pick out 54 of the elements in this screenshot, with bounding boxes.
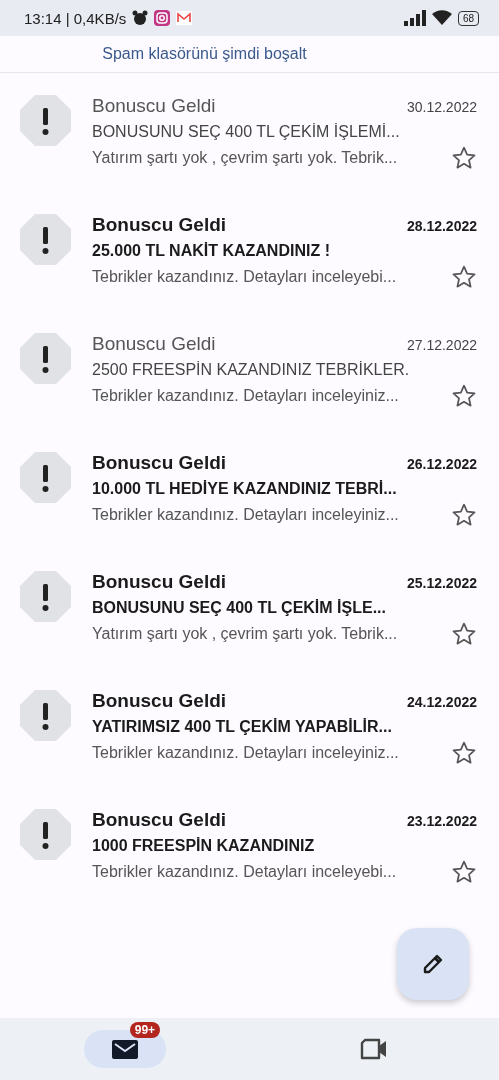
star-icon[interactable] (451, 383, 477, 409)
email-subject: 25.000 TL NAKİT KAZANDINIZ ! (92, 242, 331, 260)
email-date: 26.12.2022 (406, 456, 477, 472)
battery-level: 68 (457, 10, 479, 26)
alert-icon (20, 333, 71, 384)
email-date: 30.12.2022 (406, 99, 477, 115)
signal-icon (403, 10, 426, 26)
email-date: 25.12.2022 (406, 575, 477, 591)
star-icon[interactable] (451, 145, 477, 171)
email-date: 23.12.2022 (406, 813, 477, 829)
email-date: 27.12.2022 (406, 337, 477, 353)
star-icon[interactable] (451, 621, 477, 647)
email-subject: BONUSUNU SEÇ 400 TL ÇEKİM İŞLE... (92, 599, 387, 617)
sender-name: Bonuscu Geldi (92, 571, 227, 593)
alert-icon (20, 452, 71, 503)
sender-name: Bonuscu Geldi (92, 333, 216, 355)
email-snippet: Tebrikler kazandınız. Detayları inceleyiniz... (92, 744, 399, 762)
sender-name: Bonuscu Geldi (92, 690, 227, 712)
email-subject: 10.000 TL HEDİYE KAZANDINIZ TEBRİ... (92, 480, 398, 498)
mail-icon (111, 1038, 138, 1060)
alert-icon (20, 95, 71, 146)
status-time: 13:14 | 0,4KB/s (24, 9, 127, 27)
star-icon[interactable] (451, 740, 477, 766)
mail-app-icon (176, 11, 193, 25)
star-icon[interactable] (451, 859, 477, 885)
wifi-icon (431, 10, 452, 26)
compose-button[interactable] (397, 928, 469, 1000)
unread-count-badge: 99+ (129, 1022, 161, 1038)
alert-icon (20, 690, 71, 741)
alert-icon (20, 214, 71, 265)
sender-name: Bonuscu Geldi (92, 809, 227, 831)
email-date: 28.12.2022 (406, 218, 477, 234)
alert-icon (20, 571, 71, 622)
email-snippet: Tebrikler kazandınız. Detayları inceleyebi... (92, 268, 397, 286)
email-subject: 1000 FREESPİN KAZANDINIZ (92, 837, 316, 855)
empty-spam-link[interactable]: Spam klasörünü şimdi boşalt (102, 45, 307, 63)
alert-icon (20, 809, 71, 860)
sender-name: Bonuscu Geldi (92, 452, 227, 474)
email-date: 24.12.2022 (406, 694, 477, 710)
email-snippet: Tebrikler kazandınız. Detayları inceleyiniz... (92, 506, 399, 524)
email-subject: BONUSUNU SEÇ 400 TL ÇEKİM İŞLEMİ... (92, 123, 401, 141)
star-icon[interactable] (451, 502, 477, 528)
star-icon[interactable] (451, 264, 477, 290)
sender-name: Bonuscu Geldi (92, 95, 216, 117)
email-subject: 2500 FREESPİN KAZANDINIZ TEBRİKLER. (92, 361, 411, 379)
camera-app-icon (154, 10, 171, 26)
email-snippet: Yatırım şartı yok , çevrim şartı yok. Tebrik... (92, 149, 398, 167)
email-snippet: Tebrikler kazandınız. Detayları inceleyiniz... (92, 387, 399, 405)
sender-name: Bonuscu Geldi (92, 214, 227, 236)
email-snippet: Tebrikler kazandınız. Detayları inceleyebi... (92, 863, 397, 881)
email-subject: YATIRIMSIZ 400 TL ÇEKİM YAPABİLİR... (92, 718, 393, 736)
pencil-icon (421, 952, 445, 976)
email-snippet: Yatırım şartı yok , çevrim şartı yok. Tebrik... (92, 625, 398, 643)
video-camera-icon (360, 1038, 389, 1060)
